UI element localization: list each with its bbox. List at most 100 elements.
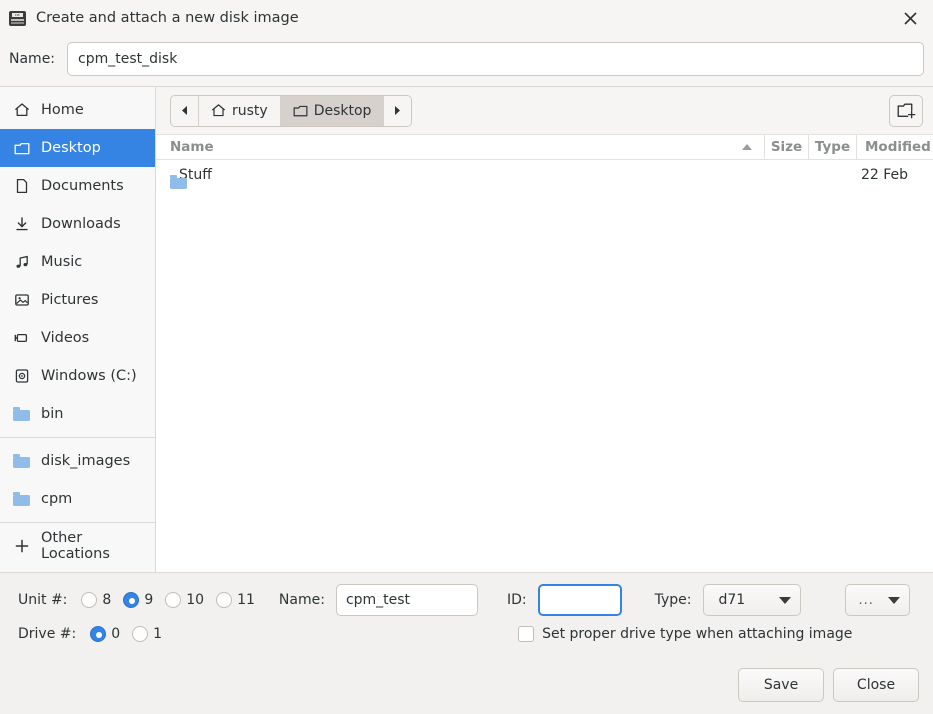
sidebar-item-windows-c[interactable]: Windows (C:)	[0, 357, 155, 395]
drive-radio-1[interactable]: 1	[132, 626, 162, 642]
column-header-label: Modified	[865, 139, 931, 155]
unit-radio-8[interactable]: 8	[81, 592, 111, 608]
breadcrumb-label: Desktop	[313, 102, 372, 119]
home-icon	[13, 102, 30, 119]
unit-radio-label: 10	[186, 592, 205, 608]
unit-number-radio-group[interactable]: 8 9 10 11	[81, 592, 267, 608]
sidebar-item-other-locations[interactable]: Other Locations	[0, 527, 155, 565]
unit-radio-label: 8	[102, 592, 112, 608]
unit-radio-label: 11	[237, 592, 255, 608]
new-folder-button[interactable]	[889, 94, 923, 127]
file-list[interactable]: Stuff 22 Feb	[156, 160, 933, 572]
chevron-left-icon	[182, 106, 187, 115]
sidebar-item-pictures[interactable]: Pictures	[0, 281, 155, 319]
new-folder-icon	[897, 102, 915, 118]
sidebar-separator	[0, 437, 155, 438]
image-name-input[interactable]	[335, 584, 478, 616]
sidebar-item-downloads[interactable]: Downloads	[0, 205, 155, 243]
type-label: Type:	[654, 592, 692, 608]
column-header-label: Name	[170, 139, 214, 155]
file-chooser-body: Home Desktop Documents Downloads Music P…	[0, 86, 933, 572]
column-header-label: Type	[814, 139, 851, 155]
sidebar-item-bin[interactable]: bin	[0, 395, 155, 433]
folder-icon	[13, 491, 30, 508]
sidebar-item-cpm[interactable]: cpm	[0, 480, 155, 518]
unit-number-label: Unit #:	[18, 592, 68, 608]
close-icon[interactable]	[895, 3, 925, 33]
image-name-label: Name:	[278, 592, 325, 608]
folder-outline-icon	[293, 105, 308, 116]
proper-drive-type-label: Set proper drive type when attaching ima…	[542, 626, 853, 642]
sidebar-item-label: Other Locations	[41, 530, 110, 562]
column-header-modified[interactable]: Modified	[857, 135, 933, 159]
options-row-primary: Unit #: 8 9 10 11 Name: cpm_test ID: Typ…	[18, 583, 919, 617]
unit-radio-9[interactable]: 9	[123, 592, 153, 608]
sidebar-item-label: Documents	[41, 178, 124, 194]
table-row[interactable]: Stuff 22 Feb	[156, 160, 933, 190]
video-camera-icon	[13, 330, 30, 347]
breadcrumb-label: rusty	[232, 102, 268, 119]
create-disk-image-dialog: C15 Create and attach a new disk image N…	[0, 0, 933, 714]
places-sidebar[interactable]: Home Desktop Documents Downloads Music P…	[0, 87, 156, 572]
disk-type-value: d71	[718, 592, 746, 608]
breadcrumb-back-button[interactable]	[171, 95, 199, 126]
radio-indicator	[123, 592, 140, 608]
drive-number-label: Drive #:	[18, 626, 77, 642]
sidebar-separator	[0, 522, 155, 523]
sidebar-item-music[interactable]: Music	[0, 243, 155, 281]
proper-drive-type-checkbox[interactable]: Set proper drive type when attaching ima…	[518, 626, 852, 642]
breadcrumb-item-desktop[interactable]: Desktop	[280, 95, 385, 126]
breadcrumb[interactable]: rusty Desktop	[170, 94, 413, 127]
extra-options-dropdown[interactable]: ...	[845, 584, 910, 616]
sort-ascending-icon	[742, 144, 752, 150]
disk-drive-icon: C15	[8, 9, 26, 27]
drive-radio-0[interactable]: 0	[90, 626, 120, 642]
sidebar-item-disk-images[interactable]: disk_images	[0, 442, 155, 480]
chevron-down-icon	[779, 596, 792, 604]
document-icon	[13, 178, 30, 195]
disk-type-dropdown[interactable]: d71	[703, 584, 802, 616]
picture-icon	[13, 292, 30, 309]
music-note-icon	[13, 254, 30, 271]
plus-icon	[13, 538, 30, 555]
id-label: ID:	[506, 592, 527, 608]
sidebar-item-label: Music	[41, 254, 83, 270]
sidebar-item-label: bin	[41, 406, 64, 422]
filename-input[interactable]	[67, 42, 924, 76]
sidebar-item-label: Pictures	[41, 292, 99, 308]
folder-icon	[13, 453, 30, 470]
disk-image-options-panel: Unit #: 8 9 10 11 Name: cpm_test ID: Typ…	[0, 572, 933, 660]
folder-icon	[13, 406, 30, 423]
sidebar-item-videos[interactable]: Videos	[0, 319, 155, 357]
column-header-type[interactable]: Type	[809, 135, 857, 159]
drive-number-radio-group[interactable]: 0 1	[90, 626, 174, 642]
sidebar-item-desktop[interactable]: Desktop	[0, 129, 155, 167]
extra-options-value: ...	[858, 592, 874, 608]
home-icon	[212, 104, 225, 117]
path-bar: rusty Desktop	[156, 87, 933, 134]
options-row-secondary: Drive #: 0 1 Set proper drive type when …	[18, 617, 919, 651]
sidebar-item-home[interactable]: Home	[0, 91, 155, 129]
unit-radio-11[interactable]: 11	[216, 592, 255, 608]
column-header-name[interactable]: Name	[156, 135, 765, 159]
sidebar-item-label: Desktop	[41, 140, 101, 156]
file-list-header: Name Size Type Modified	[156, 134, 933, 160]
name-label: Name:	[9, 51, 56, 67]
unit-radio-10[interactable]: 10	[165, 592, 204, 608]
radio-indicator	[132, 626, 149, 642]
name-row: Name:	[0, 36, 933, 86]
save-button[interactable]: Save	[738, 668, 824, 702]
sidebar-item-label: Home	[41, 102, 84, 118]
folder-outline-icon	[13, 140, 30, 157]
breadcrumb-item-rusty[interactable]: rusty	[199, 95, 281, 126]
sidebar-item-label: Windows (C:)	[41, 368, 137, 384]
drive-icon	[13, 368, 30, 385]
download-icon	[13, 216, 30, 233]
close-button[interactable]: Close	[833, 668, 919, 702]
breadcrumb-forward-button[interactable]	[384, 95, 412, 126]
id-input[interactable]	[537, 584, 622, 616]
checkbox-indicator	[518, 626, 535, 642]
sidebar-item-label: Videos	[41, 330, 90, 346]
sidebar-item-documents[interactable]: Documents	[0, 167, 155, 205]
column-header-size[interactable]: Size	[765, 135, 809, 159]
